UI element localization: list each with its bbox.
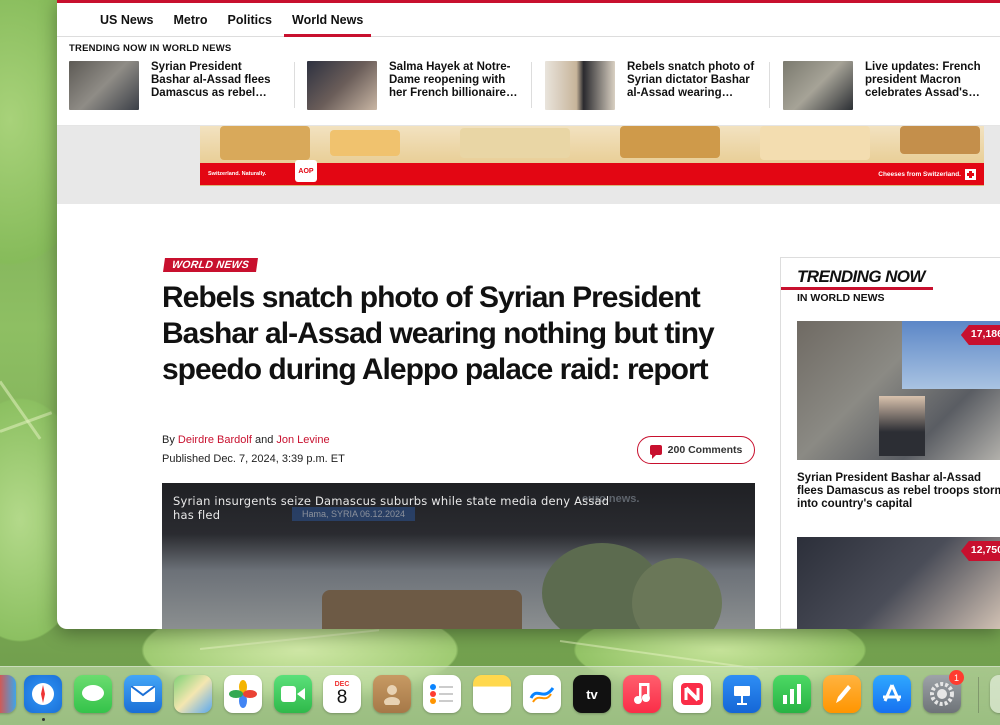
nav-politics[interactable]: Politics (218, 3, 282, 37)
nav-world-news[interactable]: World News (282, 3, 373, 37)
article-headline: Rebels snatch photo of Syrian President … (162, 281, 715, 386)
maps-icon[interactable] (174, 675, 212, 713)
video-frame-object (322, 590, 522, 629)
trending-thumb (545, 61, 615, 110)
ad-small-text: Switzerland. Naturally. (208, 171, 267, 177)
trending-strip-text: Syrian President Bashar al-Assad flees D… (151, 61, 271, 99)
trending-strip-item[interactable]: Syrian President Bashar al-Assad flees D… (57, 61, 283, 111)
trending-strip: TRENDING NOW IN WORLD NEWS Syrian Presid… (57, 38, 1000, 126)
video-player[interactable]: Hama, SYRIA 06.12.2024 euro news. Syrian… (162, 483, 755, 629)
finder-icon[interactable] (0, 675, 16, 713)
section-kicker[interactable]: WORLD NEWS (163, 258, 259, 272)
comment-icon (649, 445, 662, 459)
reminders-icon[interactable] (423, 675, 461, 713)
notification-badge: 1 (949, 670, 964, 685)
author-link[interactable]: Jon Levine (276, 434, 329, 446)
trending-thumb (69, 61, 139, 110)
byline: By Deirdre Bardolf and Jon Levine (162, 434, 330, 446)
trending-thumb (783, 61, 853, 110)
app-store-icon[interactable] (873, 675, 911, 713)
contacts-icon[interactable] (373, 675, 411, 713)
freeform-icon[interactable] (523, 675, 561, 713)
dock-separator (978, 677, 979, 713)
photos-icon[interactable] (224, 675, 262, 713)
calendar-icon[interactable]: DEC 8 (323, 675, 361, 713)
ad-footer: Switzerland. Naturally. Cheeses from Swi… (200, 163, 984, 185)
apple-tv-label: tv (586, 686, 598, 702)
trending-strip-item[interactable]: Live updates: French president Macron ce… (771, 61, 997, 111)
music-icon[interactable] (623, 675, 661, 713)
trending-strip-label: TRENDING NOW IN WORLD NEWS (69, 43, 232, 54)
mail-icon[interactable] (124, 675, 162, 713)
downloads-stack-icon[interactable] (990, 675, 1000, 713)
pages-icon[interactable] (823, 675, 861, 713)
author-link[interactable]: Deirdre Bardolf (178, 434, 252, 446)
calendar-day: 8 (336, 687, 348, 708)
messages-icon[interactable] (74, 675, 112, 713)
swiss-cross-icon (965, 168, 976, 180)
facetime-icon[interactable] (274, 675, 312, 713)
trending-strip-item[interactable]: Salma Hayek at Notre-Dame reopening with… (295, 61, 521, 111)
numbers-icon[interactable] (773, 675, 811, 713)
running-indicator (42, 718, 45, 721)
trending-strip-item[interactable]: Rebels snatch photo of Syrian dictator B… (533, 61, 759, 111)
news-icon[interactable] (673, 675, 711, 713)
nav-metro[interactable]: Metro (164, 3, 218, 37)
browser-window: US News Metro Politics World News TRENDI… (57, 0, 1000, 629)
ad-logo: AOP (295, 160, 317, 182)
trending-thumb (307, 61, 377, 110)
keynote-icon[interactable] (723, 675, 761, 713)
comments-count: 200 Comments (667, 444, 743, 456)
sidebar-item-headline[interactable]: Syrian President Bashar al-Assad flees D… (797, 472, 1000, 511)
sidebar-item-image[interactable]: 17,186 (797, 321, 1000, 460)
comments-button[interactable]: 200 Comments (637, 436, 755, 464)
safari-icon[interactable] (24, 675, 62, 713)
notes-icon[interactable] (473, 675, 511, 713)
view-count-badge: 17,186 (960, 325, 1000, 345)
trending-sidebar: TRENDING NOW IN WORLD NEWS 17,186 Syrian… (780, 257, 1000, 629)
trending-strip-text: Salma Hayek at Notre-Dame reopening with… (389, 61, 518, 99)
ad-brand-text: Cheeses from Switzerland. (878, 170, 961, 178)
section-nav: US News Metro Politics World News (57, 3, 1000, 37)
trending-strip-text: Rebels snatch photo of Syrian dictator B… (627, 61, 755, 99)
ad-brand: Cheeses from Switzerland. (878, 168, 976, 180)
byline-prefix: By (162, 434, 175, 446)
video-caption: Syrian insurgents seize Damascus suburbs… (173, 494, 610, 522)
publish-date: Published Dec. 7, 2024, 3:39 p.m. ET (162, 453, 345, 465)
nav-us-news[interactable]: US News (90, 3, 164, 37)
apple-tv-icon[interactable]: tv (573, 675, 611, 713)
view-count-badge: 12,750 (960, 541, 1000, 561)
sidebar-title-bar (781, 287, 933, 290)
sidebar-title: TRENDING NOW (797, 267, 925, 286)
byline-conjunction: and (254, 434, 274, 446)
divider (531, 62, 532, 108)
sidebar-item-image[interactable]: 12,750 (797, 537, 1000, 629)
ad-area: Switzerland. Naturally. Cheeses from Swi… (57, 126, 1000, 204)
divider (769, 62, 770, 108)
trending-strip-text: Live updates: French president Macron ce… (865, 61, 981, 99)
sidebar-subtitle: IN WORLD NEWS (797, 292, 885, 304)
